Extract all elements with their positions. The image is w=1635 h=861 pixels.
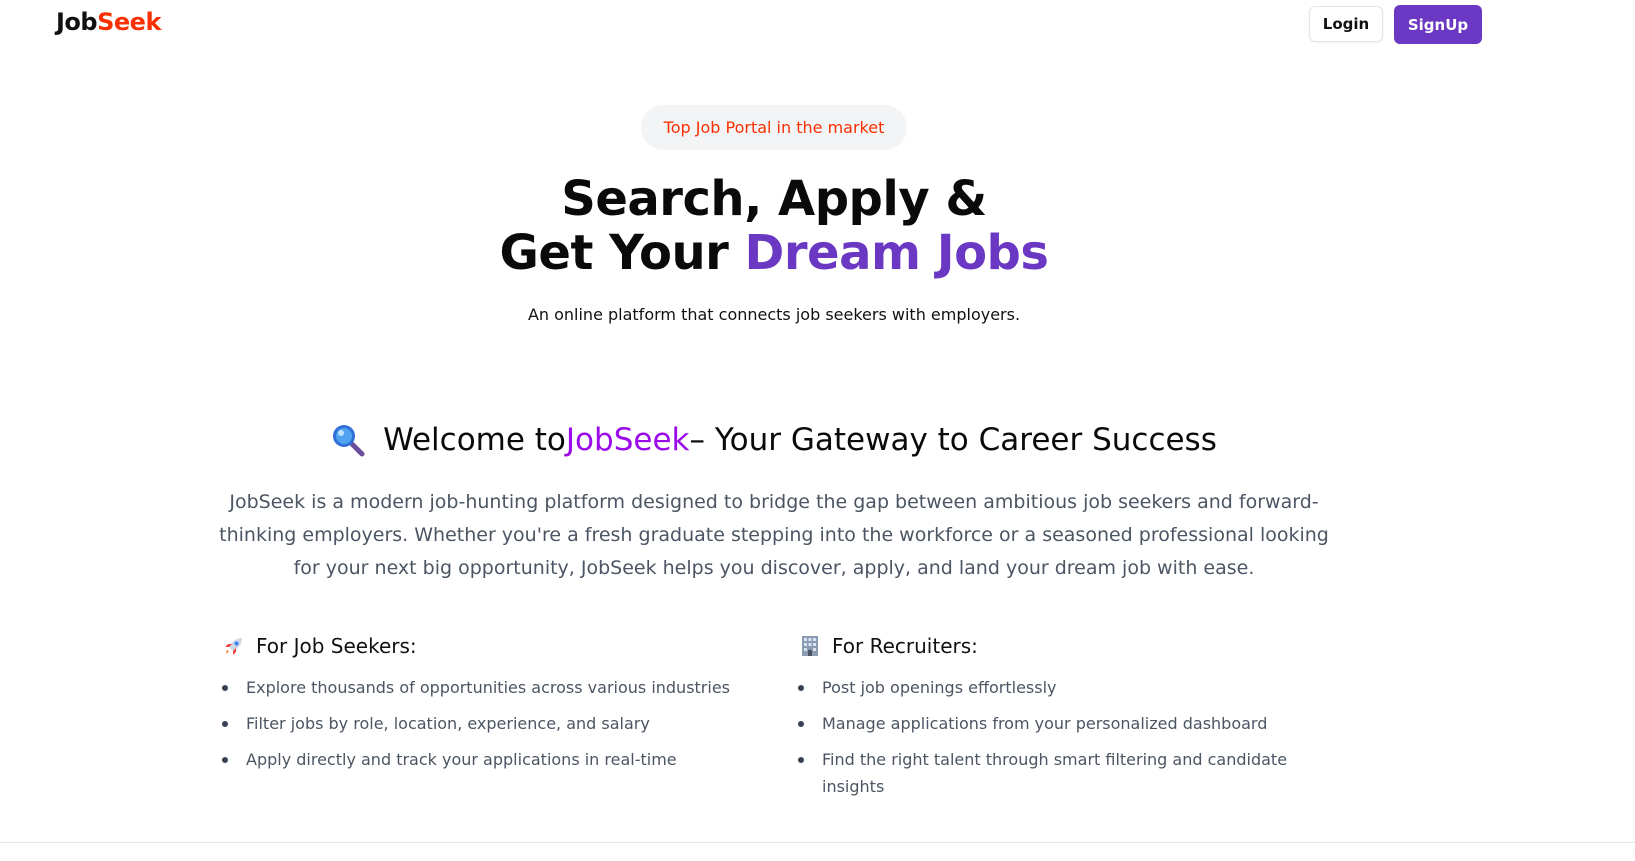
list-item: Find the right talent through smart filt…	[798, 746, 1308, 800]
recruiters-list: Post job openings effortlessly Manage ap…	[798, 674, 1308, 800]
list-item: Apply directly and track your applicatio…	[222, 746, 772, 773]
list-item-text: Apply directly and track your applicatio…	[246, 750, 677, 769]
logo[interactable]: JobSeek	[56, 8, 161, 36]
job-seekers-title: For Job Seekers:	[222, 632, 772, 660]
bullet-icon	[222, 685, 228, 691]
welcome-heading: Welcome to JobSeek – Your Gateway to Car…	[0, 422, 1548, 458]
list-item-text: Filter jobs by role, location, experienc…	[246, 714, 650, 733]
list-item-text: Post job openings effortlessly	[822, 678, 1057, 697]
footer-divider	[0, 842, 1635, 843]
job-seekers-title-text: For Job Seekers:	[256, 634, 417, 658]
logo-part-job: Job	[56, 8, 98, 36]
bullet-icon	[798, 721, 804, 727]
bullet-icon	[798, 685, 804, 691]
hero-title-accent: Dream Jobs	[744, 225, 1049, 281]
welcome-description: JobSeek is a modern job-hunting platform…	[219, 491, 1329, 579]
list-item: Explore thousands of opportunities acros…	[222, 674, 772, 701]
list-item-text: Find the right talent through smart filt…	[822, 750, 1288, 796]
welcome-suffix: – Your Gateway to Career Success	[689, 422, 1217, 458]
bullet-icon	[798, 757, 804, 763]
list-item: Manage applications from your personaliz…	[798, 710, 1308, 737]
hero-badge: Top Job Portal in the market	[641, 105, 907, 150]
bullet-icon	[222, 757, 228, 763]
signup-button[interactable]: SignUp	[1394, 5, 1482, 44]
welcome-prefix: Welcome to	[383, 422, 566, 458]
list-item-text: Explore thousands of opportunities acros…	[246, 678, 731, 697]
hero-subtitle: An online platform that connects job see…	[527, 305, 1021, 324]
hero-title: Search, Apply & Get Your Dream Jobs	[0, 172, 1548, 280]
logo-part-seek: Seek	[97, 8, 161, 36]
rocket-icon	[222, 634, 246, 658]
list-item: Post job openings effortlessly	[798, 674, 1308, 701]
hero-title-line1: Search, Apply &	[561, 171, 987, 227]
navbar: JobSeek Login SignUp	[0, 0, 1635, 50]
hero-title-line2-prefix: Get Your	[499, 225, 745, 281]
recruiters-title-text: For Recruiters:	[832, 634, 978, 658]
welcome-brand: JobSeek	[565, 422, 690, 458]
list-item-text: Manage applications from your personaliz…	[822, 714, 1268, 733]
job-seekers-list: Explore thousands of opportunities acros…	[222, 674, 772, 773]
list-item: Filter jobs by role, location, experienc…	[222, 710, 772, 737]
bullet-icon	[222, 721, 228, 727]
magnifying-glass-icon	[331, 423, 365, 457]
office-building-icon	[798, 634, 822, 658]
job-seekers-section: For Job Seekers: Explore thousands of op…	[222, 632, 772, 782]
recruiters-section: For Recruiters: Post job openings effort…	[798, 632, 1308, 809]
login-button[interactable]: Login	[1309, 6, 1383, 42]
recruiters-title: For Recruiters:	[798, 632, 1308, 660]
